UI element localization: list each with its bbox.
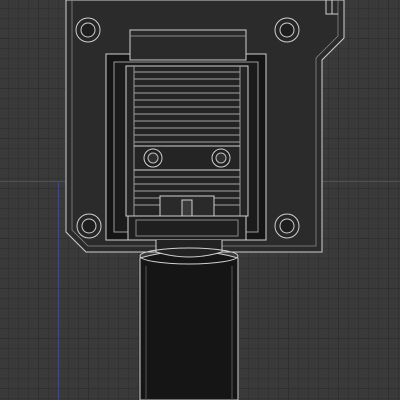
3d-viewport[interactable] [0,0,400,400]
model-wireframe[interactable] [0,0,400,400]
mounting-hole-bottom-right [274,213,300,239]
fan-screw-left [143,148,163,168]
heatsink [125,65,249,217]
mounting-hole-top-left [75,17,101,43]
heat-break [181,199,193,217]
mounting-hole-bottom-left [76,213,102,239]
mounting-hole-top-right [274,17,300,43]
nozzle-cylinder [139,250,239,400]
fan-screw-right [211,148,231,168]
heatsink-top-cap [129,29,247,61]
